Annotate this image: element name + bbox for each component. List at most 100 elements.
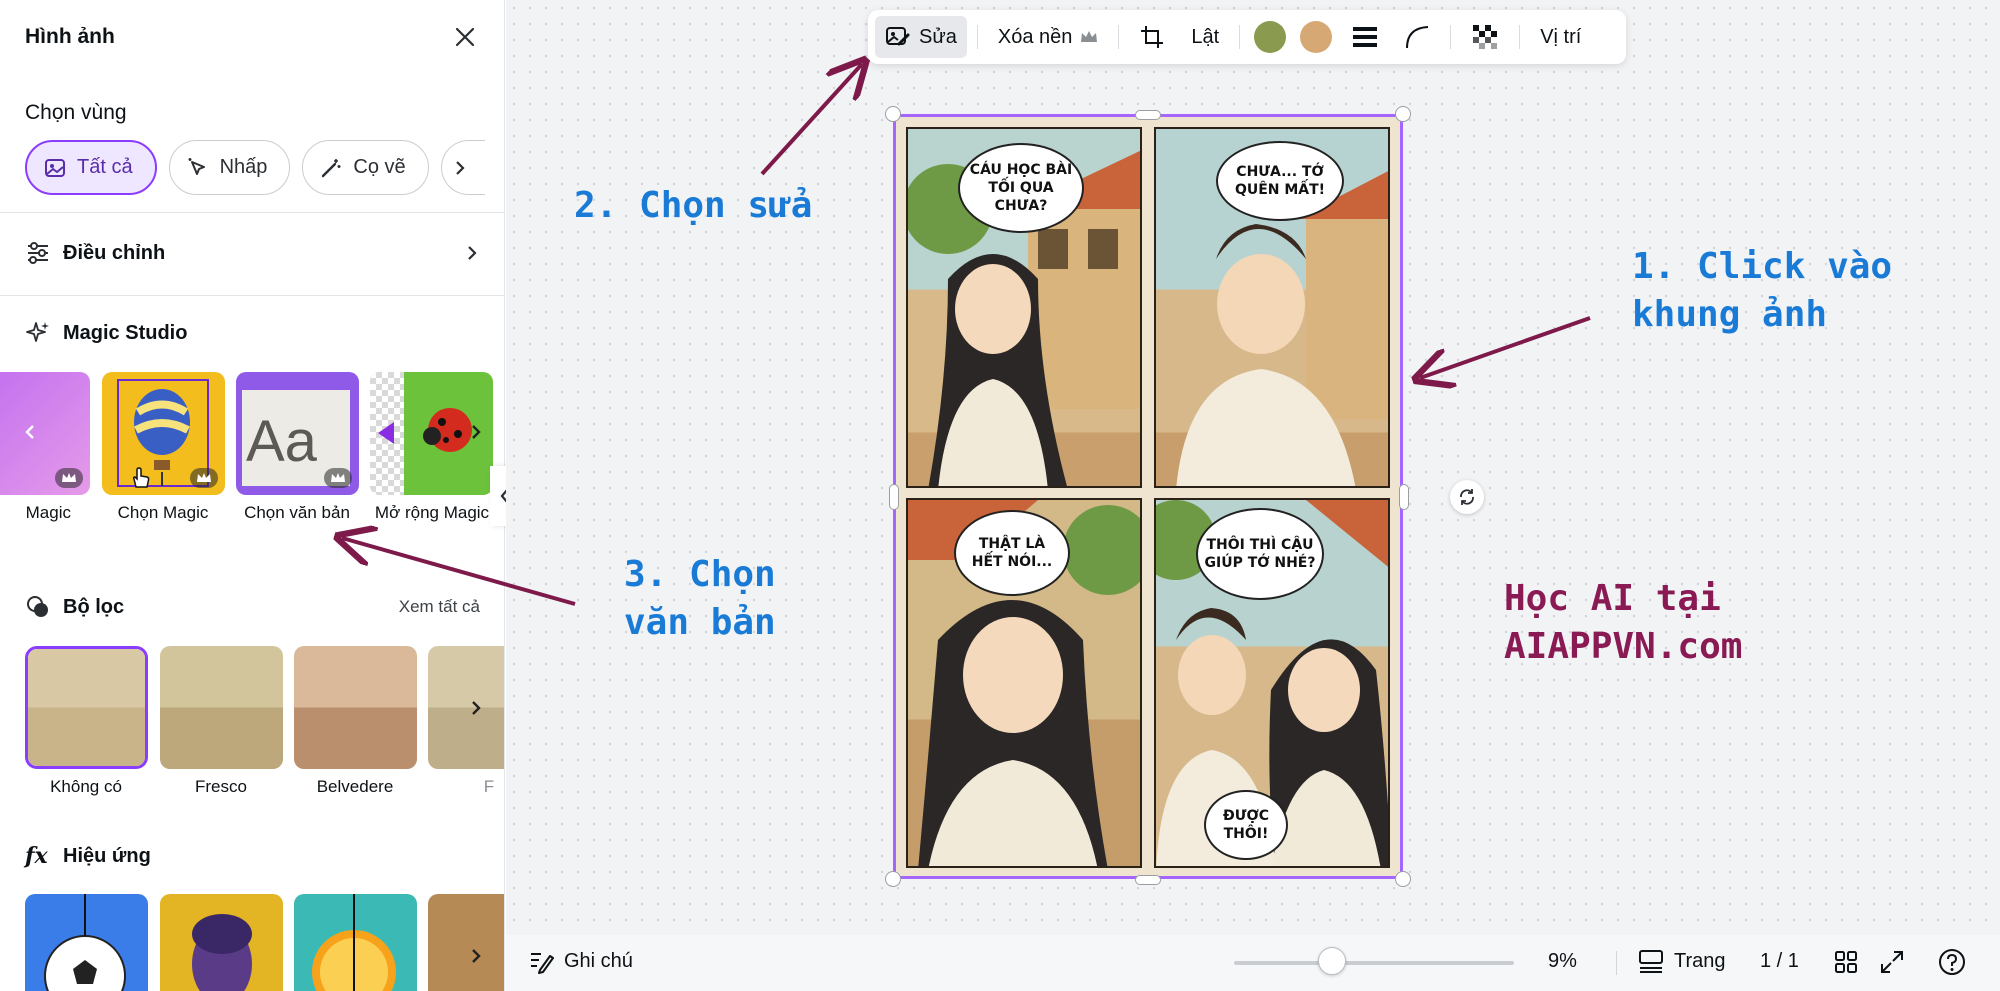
crown-icon bbox=[55, 468, 83, 488]
transparency-button[interactable] bbox=[1461, 16, 1509, 58]
crown-icon bbox=[190, 468, 218, 488]
pages-button[interactable]: Trang bbox=[1638, 948, 1726, 974]
zoom-slider-track[interactable] bbox=[1234, 961, 1514, 965]
filter-none-tile[interactable] bbox=[25, 646, 148, 769]
magic-expand-label: Mở rộng Magic bbox=[374, 503, 490, 522]
chevron-right-icon bbox=[455, 160, 465, 175]
resize-handle-bottom-right[interactable] bbox=[1395, 871, 1411, 887]
effects-header: fx Hiệu ứng bbox=[25, 838, 480, 874]
resize-handle-top-right[interactable] bbox=[1395, 106, 1411, 122]
chip-all-label: Tất cả bbox=[77, 156, 133, 178]
chip-click-label: Nhấp bbox=[219, 156, 268, 178]
fullscreen-button[interactable] bbox=[1880, 950, 1904, 974]
transparency-icon bbox=[1473, 25, 1498, 49]
effect-tile-portrait[interactable] bbox=[160, 894, 283, 991]
color-swatch-tan[interactable] bbox=[1300, 21, 1333, 53]
image-edit-panel: Hình ảnh Chọn vùng Tất cả Nhấp Cọ vẽ Điề… bbox=[0, 0, 505, 991]
chips-scroll-right[interactable] bbox=[440, 140, 485, 195]
magic-tool-tile[interactable] bbox=[0, 372, 90, 495]
help-button[interactable] bbox=[1938, 948, 1966, 976]
help-icon bbox=[1939, 949, 1965, 975]
edit-image-icon bbox=[886, 27, 910, 46]
see-all-filters-link[interactable]: Xem tất cả bbox=[399, 597, 480, 617]
rotate-button[interactable] bbox=[1450, 480, 1484, 514]
chip-click[interactable]: Nhấp bbox=[168, 140, 291, 195]
chip-brush[interactable]: Cọ vẽ bbox=[302, 140, 429, 195]
sparkle-cursor-icon bbox=[188, 157, 205, 175]
effects-scroll-right[interactable] bbox=[464, 938, 488, 974]
magic-tool-label: Magic bbox=[25, 503, 71, 522]
corner-radius-icon bbox=[1406, 26, 1429, 49]
flip-button[interactable]: Lật bbox=[1181, 16, 1229, 58]
comic-thumbnail bbox=[294, 646, 417, 769]
divider bbox=[0, 295, 504, 296]
edit-image-button[interactable]: Sửa bbox=[875, 16, 967, 58]
adjust-row[interactable]: Điều chỉnh bbox=[25, 235, 480, 271]
zoom-level[interactable]: 9% bbox=[1548, 950, 1577, 973]
grid-view-button[interactable] bbox=[1834, 950, 1858, 974]
aa-glyph: Aa bbox=[246, 409, 317, 474]
border-weight-icon bbox=[1353, 27, 1378, 47]
border-style-button[interactable] bbox=[1342, 16, 1388, 58]
resize-handle-top-left[interactable] bbox=[885, 106, 901, 122]
filter-fresco-tile[interactable] bbox=[160, 646, 283, 769]
magic-scroll-right[interactable] bbox=[464, 414, 488, 450]
comic-panel-3: THẬT LÀ HẾT NÓI... bbox=[906, 498, 1142, 868]
orange-slice-image bbox=[312, 894, 396, 991]
effects-label: Hiệu ứng bbox=[63, 844, 151, 867]
text-select-label: Chọn văn bản bbox=[244, 503, 350, 522]
color-swatch-green[interactable] bbox=[1254, 21, 1287, 53]
crop-button[interactable] bbox=[1129, 16, 1175, 58]
remove-background-button[interactable]: Xóa nền bbox=[988, 16, 1109, 58]
crown-icon bbox=[1081, 31, 1098, 42]
chevron-right-icon bbox=[468, 246, 477, 260]
promo-line-2: AIAPPVN.com bbox=[1504, 626, 1743, 667]
select-area-label: Chọn vùng bbox=[25, 101, 127, 124]
page-count-value: 1 / 1 bbox=[1760, 950, 1799, 972]
corner-rounding-button[interactable] bbox=[1394, 16, 1440, 58]
sliders-icon bbox=[28, 242, 48, 264]
magic-select-tile[interactable] bbox=[102, 372, 225, 495]
resize-handle-left[interactable] bbox=[889, 484, 899, 510]
text-select-tile[interactable]: Aa bbox=[236, 372, 359, 495]
magic-scroll-left[interactable] bbox=[18, 414, 42, 450]
chip-brush-label: Cọ vẽ bbox=[353, 156, 406, 178]
filters-scroll-right[interactable] bbox=[464, 690, 488, 726]
annotation-step-2: 2. Chọn sửa bbox=[574, 185, 813, 226]
divider bbox=[0, 212, 504, 213]
effect-tile-ball[interactable] bbox=[25, 894, 148, 991]
comic-panel-4: THÔI THÌ CẬU GIÚP TỚ NHÉ? ĐƯỢC THÔI! bbox=[1154, 498, 1390, 868]
notes-button[interactable]: Ghi chú bbox=[528, 948, 633, 974]
chip-all[interactable]: Tất cả bbox=[25, 140, 157, 195]
soccer-ball-image bbox=[44, 894, 126, 991]
annotation-step-3-line-1: 3. Chọn bbox=[624, 554, 776, 595]
comic-thumbnail bbox=[160, 646, 283, 769]
promo-line-1: Học AI tại bbox=[1504, 578, 1721, 619]
resize-handle-bottom[interactable] bbox=[1135, 875, 1161, 885]
close-icon[interactable] bbox=[450, 22, 480, 52]
annotation-step-1-line-1: 1. Click vào bbox=[1632, 246, 1893, 287]
magic-brush-icon bbox=[322, 158, 341, 177]
resize-handle-right[interactable] bbox=[1399, 484, 1409, 510]
resize-handle-top[interactable] bbox=[1135, 110, 1161, 120]
zoom-slider-knob[interactable] bbox=[1318, 947, 1346, 975]
toolbar-separator bbox=[1450, 25, 1452, 49]
context-toolbar: Sửa Xóa nền Lật Vị trí bbox=[868, 10, 1626, 64]
position-button[interactable]: Vị trí bbox=[1530, 16, 1591, 58]
speech-bubble-4: THÔI THÌ CẬU GIÚP TỚ NHÉ? bbox=[1196, 508, 1324, 600]
filters-label: Bộ lọc bbox=[63, 595, 125, 618]
filter-belvedere-tile[interactable] bbox=[294, 646, 417, 769]
speech-bubble-1: CÁU HỌC BÀI TỐI QUA CHƯA? bbox=[958, 143, 1084, 233]
edit-label: Sửa bbox=[919, 25, 957, 48]
resize-handle-bottom-left[interactable] bbox=[885, 871, 901, 887]
remove-bg-label: Xóa nền bbox=[997, 25, 1073, 48]
rotate-icon bbox=[1460, 489, 1474, 505]
page-count: 1 / 1 bbox=[1760, 950, 1799, 973]
speech-bubble-2: CHƯA... TỚ QUÊN MẤT! bbox=[1216, 141, 1344, 221]
selected-image-frame[interactable]: CÁU HỌC BÀI TỐI QUA CHƯA? CHƯA... TỚ QUÊ… bbox=[893, 114, 1403, 879]
filter-belvedere-label: Belvedere bbox=[316, 777, 394, 796]
grid-icon bbox=[1835, 951, 1857, 973]
filters-header: Bộ lọc Xem tất cả bbox=[25, 589, 480, 625]
effect-tile-orange[interactable] bbox=[294, 894, 417, 991]
speech-bubble-5: ĐƯỢC THÔI! bbox=[1204, 790, 1288, 860]
